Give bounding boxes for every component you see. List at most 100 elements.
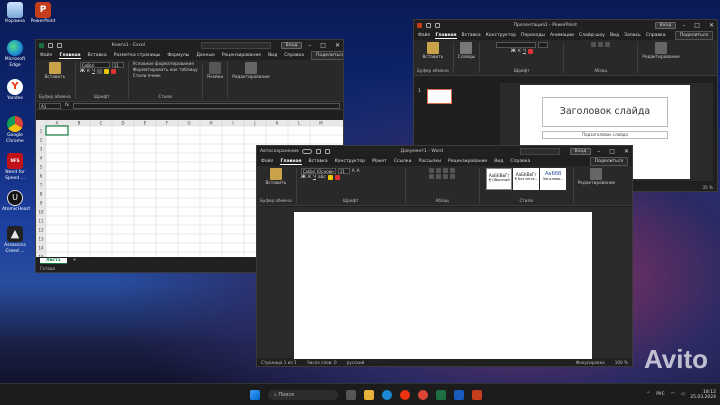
tab-data[interactable]: Данные [196,53,214,58]
grow-font-icon[interactable]: A [352,169,355,174]
new-slide-icon[interactable] [460,42,473,54]
add-sheet-button[interactable]: + [73,258,77,263]
formula-input[interactable] [73,102,340,109]
tab-insert[interactable]: Вставка [309,159,328,164]
row-header[interactable]: 14 [38,246,44,251]
row-header[interactable]: 9 [40,201,43,206]
document-page[interactable] [294,212,592,360]
numbering-icon[interactable] [436,168,442,173]
chrome-taskbar-icon[interactable] [418,389,428,400]
zoom-level[interactable]: 35 % [702,185,713,190]
word-window[interactable]: Автосохранение Документ1 - Word Вход – □ ✕… [256,145,633,367]
cells-icon[interactable] [209,62,221,74]
desktop-icon-nfs[interactable]: NFS Need for Speed ... [2,153,28,181]
desktop-icon-yandex[interactable]: Y Yandex [2,79,28,102]
page-count[interactable]: Страница 1 из 1 [261,360,297,365]
share-button[interactable]: Поделиться [674,31,713,40]
desktop-icon-chrome[interactable]: Google Chrome [2,116,28,144]
word-taskbar-icon[interactable] [454,389,464,400]
row-header[interactable]: 2 [40,138,43,143]
excel-taskbar-icon[interactable] [436,389,446,400]
tab-view[interactable]: Вид [494,159,503,164]
style-normal[interactable]: АаБбВвГг ¶ Обычный [486,168,513,190]
font-name-select[interactable]: Calibri [79,62,110,68]
tab-review[interactable]: Рецензирование [222,53,261,58]
paste-button[interactable]: Вставить [44,75,65,80]
row-header[interactable]: 3 [40,147,43,152]
volume-icon[interactable]: ◁ [681,392,684,397]
signin-button[interactable]: Вход [654,22,677,29]
tab-help[interactable]: Справка [646,33,666,38]
sheet-tab-1[interactable]: Лист1 [40,257,67,264]
close-icon[interactable]: ✕ [335,42,340,49]
minimize-icon[interactable]: – [308,42,311,49]
desktop-icon-recycle-bin[interactable]: Корзина [2,2,28,25]
font-name-select[interactable]: Calibri (Основн [300,168,336,174]
taskbar-search[interactable]: ⌕ Поиск [268,389,338,400]
paste-icon[interactable] [269,168,282,180]
tab-animations[interactable]: Анимации [550,33,574,38]
column-header[interactable]: J [253,121,255,126]
zoom-level[interactable]: 100 % [615,360,628,365]
row-header[interactable]: 6 [40,174,43,179]
paste-button[interactable]: Вставить [265,181,286,186]
bold-icon[interactable]: Ж [80,69,85,74]
bullets-icon[interactable] [591,42,597,47]
style-heading-1[interactable]: АаБбВ Заголово... [540,168,567,190]
name-box[interactable]: A1 [39,102,61,109]
font-size-select[interactable]: 11 [337,168,350,174]
tab-design[interactable]: Конструктор [486,33,516,38]
desktop-icon-edge[interactable]: Microsoft Edge [2,40,28,68]
underline-icon[interactable]: Ч [313,175,316,180]
cell-styles-button[interactable]: Стили ячеек [133,74,161,79]
row-header[interactable]: 10 [38,210,44,215]
row-header[interactable]: 8 [40,192,43,197]
indent-icon[interactable] [450,168,456,173]
active-cell[interactable] [45,125,69,136]
signin-button[interactable]: Вход [569,148,592,155]
powerpoint-taskbar-icon[interactable] [472,389,482,400]
tab-file[interactable]: Файл [40,53,52,58]
share-button[interactable]: Поделиться [311,51,343,60]
row-header[interactable]: 4 [40,156,43,161]
editing-button[interactable]: Редактирование [642,55,680,60]
maximize-icon[interactable]: □ [694,22,700,29]
tab-insert[interactable]: Вставка [88,53,107,58]
search-box[interactable] [519,148,560,155]
border-icon[interactable] [96,69,102,74]
column-header[interactable]: C [100,121,103,126]
font-color-icon[interactable] [527,49,533,54]
save-icon[interactable] [48,43,53,48]
font-name-select[interactable] [495,42,536,48]
tab-formulas[interactable]: Формулы [167,53,189,58]
shrink-font-icon[interactable]: A [357,169,360,174]
maximize-icon[interactable]: □ [609,148,615,155]
paste-button[interactable]: Вставить [422,55,443,60]
slide-subtitle-placeholder[interactable]: Подзаголовок слайда [542,131,668,139]
tray-chevron-icon[interactable]: ⌃ [646,392,650,397]
column-header[interactable]: I [232,121,233,126]
yandex-taskbar-icon[interactable] [400,389,410,400]
column-header[interactable]: D [121,121,124,126]
desktop-icon-powerpoint[interactable]: P PowerPoint [30,2,56,25]
format-table-button[interactable]: Форматировать как таблицу [133,68,198,73]
search-icon[interactable] [244,62,257,74]
tab-slideshow[interactable]: Слайд-шоу [579,33,605,38]
edge-taskbar-icon[interactable] [382,389,392,400]
tab-page-layout[interactable]: Разметка страницы [114,53,161,58]
desktop-icon-atomicheart[interactable]: U AtomicHeart [2,190,30,213]
save-icon[interactable] [426,23,431,28]
cells-button[interactable]: Ячейки [207,75,223,80]
tab-file[interactable]: Файл [418,33,430,38]
editing-button[interactable]: Редактирование [232,75,270,80]
tab-help[interactable]: Справка [510,159,530,164]
paste-icon[interactable] [48,62,61,74]
numbering-icon[interactable] [598,42,604,47]
align-left-icon[interactable] [429,174,435,179]
slide-thumbnail-1[interactable] [427,89,452,104]
minimize-icon[interactable]: – [682,22,685,29]
minimize-icon[interactable]: – [597,148,600,155]
font-color-icon[interactable] [334,175,340,180]
row-header[interactable]: 7 [40,183,43,188]
paste-icon[interactable] [426,42,439,54]
